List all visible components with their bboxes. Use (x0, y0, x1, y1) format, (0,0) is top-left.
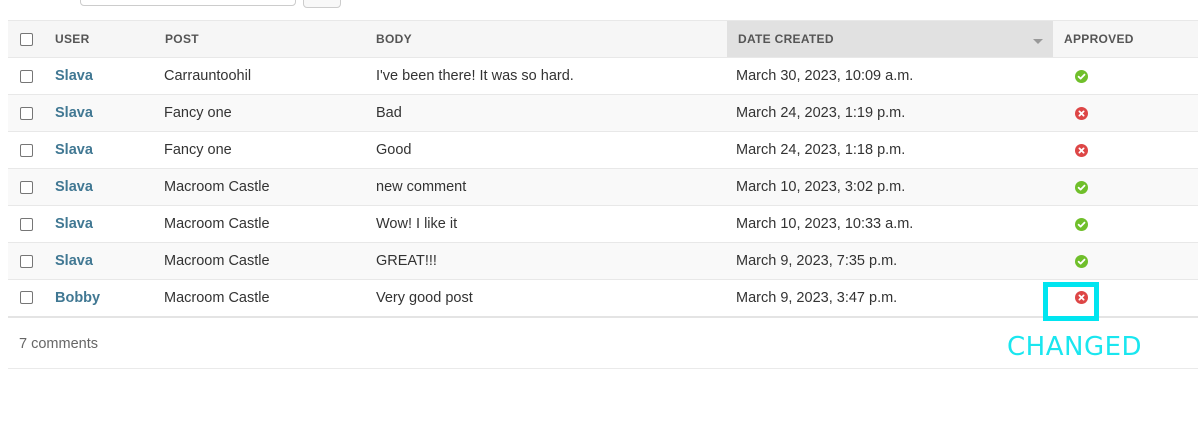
cell-body: new comment (367, 168, 727, 206)
table-row: Bobby Macroom Castle Very good post March 9… (8, 279, 1198, 318)
row-select-cell (8, 131, 46, 169)
column-header-user-label: USER (55, 32, 90, 46)
search-input[interactable] (80, 0, 296, 6)
cell-approved (1053, 205, 1198, 243)
table-row: Slava Carrauntoohil I've been there! It wa… (8, 57, 1198, 95)
column-header-post[interactable]: POST (156, 20, 367, 58)
column-header-user[interactable]: USER (46, 20, 156, 58)
annotation-changed-label: CHANGED (1007, 332, 1143, 362)
table-row: Slava Fancy one Good March 24, 2023, 1:18 p… (8, 131, 1198, 169)
cell-body: Good (367, 131, 727, 169)
cell-post: Macroom Castle (156, 168, 367, 206)
check-circle-icon (1075, 69, 1088, 83)
cell-body: Very good post (367, 279, 727, 318)
column-header-post-label: POST (165, 32, 199, 46)
check-circle-icon (1075, 217, 1088, 231)
search-button[interactable] (303, 0, 341, 8)
user-link[interactable]: Slava (55, 179, 93, 195)
row-select-checkbox[interactable] (20, 69, 33, 83)
check-circle-icon (1075, 254, 1088, 268)
row-select-checkbox[interactable] (20, 143, 33, 157)
cell-body: GREAT!!! (367, 242, 727, 280)
row-select-checkbox[interactable] (20, 291, 33, 305)
cell-date-created: March 30, 2023, 10:09 a.m. (727, 57, 1053, 95)
row-select-checkbox[interactable] (20, 217, 33, 231)
annotation-highlight-box (1043, 282, 1099, 321)
cell-post: Macroom Castle (156, 279, 367, 318)
result-count: 7 comments (19, 336, 98, 352)
cell-body: Wow! I like it (367, 205, 727, 243)
row-select-cell (8, 205, 46, 243)
cell-approved (1053, 242, 1198, 280)
column-header-date-created-label: DATE CREATED (738, 32, 834, 46)
select-all-checkbox[interactable] (20, 33, 33, 47)
row-select-checkbox[interactable] (20, 106, 33, 120)
cell-post: Carrauntoohil (156, 57, 367, 95)
row-select-cell (8, 57, 46, 95)
sort-descending-icon[interactable] (1033, 39, 1043, 44)
cell-date-created: March 10, 2023, 10:33 a.m. (727, 205, 1053, 243)
admin-changelist-page: USER POST BODY DATE CREATED APPROVED Sla… (0, 0, 1199, 421)
user-link[interactable]: Slava (55, 216, 93, 232)
cell-user: Slava (46, 94, 156, 132)
select-all-header (8, 20, 46, 58)
cell-date-created: March 10, 2023, 3:02 p.m. (727, 168, 1053, 206)
cell-post: Macroom Castle (156, 242, 367, 280)
column-header-approved[interactable]: APPROVED (1053, 20, 1198, 58)
x-circle-icon (1075, 106, 1088, 120)
cell-user: Slava (46, 131, 156, 169)
row-select-cell (8, 279, 46, 318)
x-circle-icon (1075, 143, 1088, 157)
cell-post: Fancy one (156, 131, 367, 169)
cell-approved (1053, 131, 1198, 169)
cell-user: Slava (46, 242, 156, 280)
cell-date-created: March 9, 2023, 3:47 p.m. (727, 279, 1053, 318)
cell-approved (1053, 94, 1198, 132)
user-link[interactable]: Slava (55, 253, 93, 269)
cell-body: I've been there! It was so hard. (367, 57, 727, 95)
column-header-approved-label: APPROVED (1064, 32, 1134, 46)
results-table: USER POST BODY DATE CREATED APPROVED Sla… (8, 20, 1198, 318)
row-select-cell (8, 94, 46, 132)
table-row: Slava Macroom Castle Wow! I like it March 1… (8, 205, 1198, 243)
user-link[interactable]: Slava (55, 142, 93, 158)
cell-post: Macroom Castle (156, 205, 367, 243)
table-row: Slava Macroom Castle new comment March 10, … (8, 168, 1198, 206)
column-header-date-created[interactable]: DATE CREATED (727, 20, 1053, 58)
cell-user: Slava (46, 168, 156, 206)
row-select-checkbox[interactable] (20, 254, 33, 268)
table-row: Slava Fancy one Bad March 24, 2023, 1:19 p.… (8, 94, 1198, 132)
row-select-checkbox[interactable] (20, 180, 33, 194)
cell-user: Bobby (46, 279, 156, 318)
row-select-cell (8, 242, 46, 280)
table-header-row: USER POST BODY DATE CREATED APPROVED (8, 20, 1198, 58)
user-link[interactable]: Bobby (55, 290, 100, 306)
user-link[interactable]: Slava (55, 68, 93, 84)
cell-date-created: March 24, 2023, 1:19 p.m. (727, 94, 1053, 132)
cell-post: Fancy one (156, 94, 367, 132)
cell-date-created: March 9, 2023, 7:35 p.m. (727, 242, 1053, 280)
row-select-cell (8, 168, 46, 206)
user-link[interactable]: Slava (55, 105, 93, 121)
cell-body: Bad (367, 94, 727, 132)
column-header-body[interactable]: BODY (367, 20, 727, 58)
table-row: Slava Macroom Castle GREAT!!! March 9, 2023… (8, 242, 1198, 280)
cell-user: Slava (46, 57, 156, 95)
paginator-divider (8, 368, 1198, 369)
cell-approved (1053, 57, 1198, 95)
cell-approved (1053, 168, 1198, 206)
cell-date-created: March 24, 2023, 1:18 p.m. (727, 131, 1053, 169)
column-header-body-label: BODY (376, 32, 412, 46)
cell-user: Slava (46, 205, 156, 243)
check-circle-icon (1075, 180, 1088, 194)
